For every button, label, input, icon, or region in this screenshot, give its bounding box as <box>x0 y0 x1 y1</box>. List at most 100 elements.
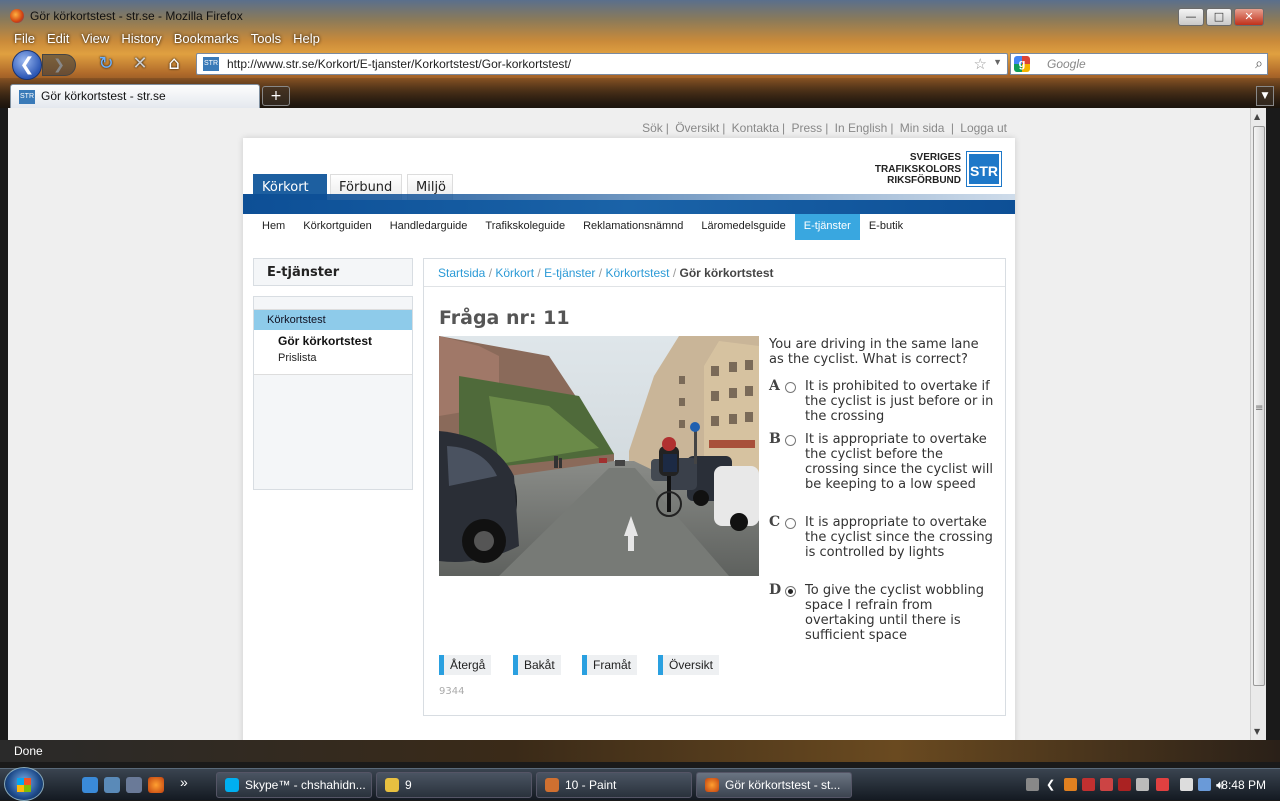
menu-history[interactable]: History <box>115 30 167 50</box>
safely-remove-icon[interactable] <box>1180 778 1193 791</box>
task-label: 9 <box>405 778 412 792</box>
navigation-toolbar: ❮ ❯ ↻ ✕ ⌂ STR http://www.str.se/Korkort/… <box>8 50 1272 80</box>
status-bar: Done <box>0 740 1280 762</box>
url-text[interactable]: http://www.str.se/Korkort/E-tjanster/Kor… <box>227 57 571 71</box>
toplink-in-english[interactable]: In English <box>835 121 888 135</box>
sidebar-menu: Körkortstest Gör körkortstest Prislista <box>254 309 412 375</box>
return-button[interactable]: Återgå <box>439 655 492 675</box>
tab-label: Gör körkortstest - str.se <box>41 89 166 103</box>
keyboard-icon[interactable] <box>1026 778 1039 791</box>
sidebar-item-prislista[interactable]: Prislista <box>278 352 317 364</box>
task-firefox[interactable]: Gör körkortstest - st... <box>696 772 852 798</box>
tab-active[interactable]: STR Gör körkortstest - str.se <box>10 84 260 108</box>
window-title: Gör körkortstest - str.se - Mozilla Fire… <box>30 9 243 23</box>
subnav-trafikskoleguide[interactable]: Trafikskoleguide <box>476 214 574 240</box>
tray-app-icon[interactable] <box>1100 778 1113 791</box>
url-dropdown-icon[interactable]: ▼ <box>993 57 1002 67</box>
breadcrumb-startsida[interactable]: Startsida <box>438 266 485 280</box>
breadcrumb-korkortstest[interactable]: Körkortstest <box>605 266 669 280</box>
new-tab-button[interactable]: + <box>262 86 290 106</box>
switch-windows-icon[interactable] <box>126 777 142 793</box>
start-button[interactable] <box>4 767 44 801</box>
reload-icon[interactable]: ↻ <box>94 53 118 75</box>
toplink-kontakta[interactable]: Kontakta <box>732 121 779 135</box>
radio-c[interactable] <box>785 518 796 529</box>
breadcrumb-korkort[interactable]: Körkort <box>495 266 534 280</box>
toplink-sok[interactable]: Sök <box>642 121 663 135</box>
system-tray: ❮ 🔊︎ 8:48 PM <box>1020 769 1280 801</box>
tray-app-icon[interactable] <box>1156 778 1169 791</box>
vertical-scrollbar[interactable]: ▲ ▼ <box>1250 108 1266 740</box>
firefox-icon <box>10 9 24 23</box>
subnav-handledarguide[interactable]: Handledarguide <box>381 214 477 240</box>
toplink-press[interactable]: Press <box>792 121 823 135</box>
site-identity-icon[interactable]: STR <box>203 57 219 71</box>
radio-d[interactable] <box>785 586 796 597</box>
menu-view[interactable]: View <box>75 30 115 50</box>
menu-bookmarks[interactable]: Bookmarks <box>168 30 245 50</box>
forward-button[interactable]: ❯ <box>42 54 76 76</box>
scroll-down-icon[interactable]: ▼ <box>1254 727 1260 736</box>
ie-icon[interactable] <box>82 777 98 793</box>
quicklaunch-more-icon[interactable]: » <box>180 774 188 790</box>
next-button[interactable]: Framåt <box>582 655 638 675</box>
title-bar: Gör körkortstest - str.se - Mozilla Fire… <box>0 0 1280 30</box>
toplink-oversikt[interactable]: Översikt <box>675 121 719 135</box>
breadcrumb-e-tjanster[interactable]: E-tjänster <box>544 266 595 280</box>
option-text: It is appropriate to overtake the cyclis… <box>805 515 993 560</box>
search-placeholder[interactable]: Google <box>1047 57 1086 71</box>
subnav-laromedelsguide[interactable]: Läromedelsguide <box>692 214 794 240</box>
toplink-logga-ut[interactable]: Logga ut <box>960 121 1007 135</box>
overview-button[interactable]: Översikt <box>658 655 720 675</box>
search-icon[interactable]: ⌕ <box>1255 55 1263 72</box>
logo-line: SVERIGES <box>909 152 961 163</box>
task-skype[interactable]: Skype™ - chshahidn... <box>216 772 372 798</box>
bookmark-star-icon[interactable]: ☆ <box>974 55 987 73</box>
menu-bar: File Edit View History Bookmarks Tools H… <box>8 30 326 50</box>
radio-a[interactable] <box>785 382 796 393</box>
scrollbar-thumb[interactable] <box>1253 126 1265 686</box>
clock[interactable]: 8:48 PM <box>1221 778 1266 792</box>
subnav-reklamationsnamnd[interactable]: Reklamationsnämnd <box>574 214 692 240</box>
option-letter: A <box>769 378 780 394</box>
tray-app-icon[interactable] <box>1136 778 1149 791</box>
back-button[interactable]: ❮ <box>12 50 42 80</box>
sidebar-item-korkortstest[interactable]: Körkortstest <box>254 310 412 330</box>
firefox-window: Gör körkortstest - str.se - Mozilla Fire… <box>0 0 1280 768</box>
subnav-e-butik[interactable]: E-butik <box>860 214 912 240</box>
menu-file[interactable]: File <box>8 30 41 50</box>
address-bar[interactable]: STR http://www.str.se/Korkort/E-tjanster… <box>196 53 1008 75</box>
maximize-button[interactable]: □ <box>1206 8 1232 26</box>
antivirus-icon[interactable] <box>1082 778 1095 791</box>
toplink-min-sida[interactable]: Min sida <box>900 121 945 135</box>
menu-help[interactable]: Help <box>287 30 326 50</box>
page-viewport: Sök | Översikt | Kontakta | Press | In Engli… <box>8 108 1250 740</box>
show-desktop-icon[interactable] <box>104 777 120 793</box>
sidebar-item-gor-korkortstest[interactable]: Gör körkortstest <box>278 334 372 348</box>
network-icon[interactable] <box>1198 778 1211 791</box>
taskbar: » Skype™ - chshahidn... 9 10 - Paint Gör… <box>0 767 1280 801</box>
task-label: Skype™ - chshahidn... <box>245 778 366 792</box>
task-folder[interactable]: 9 <box>376 772 532 798</box>
stop-icon[interactable]: ✕ <box>128 53 152 75</box>
radio-b[interactable] <box>785 435 796 446</box>
previous-button[interactable]: Bakåt <box>513 655 561 675</box>
menu-tools[interactable]: Tools <box>245 30 287 50</box>
home-icon[interactable]: ⌂ <box>162 53 186 75</box>
scroll-up-icon[interactable]: ▲ <box>1254 112 1260 121</box>
task-paint[interactable]: 10 - Paint <box>536 772 692 798</box>
tab-list-button[interactable]: ▼ <box>1256 86 1274 106</box>
tray-expand-icon[interactable]: ❮ <box>1046 778 1059 791</box>
tray-app-icon[interactable] <box>1118 778 1131 791</box>
close-button[interactable]: ✕ <box>1234 8 1264 26</box>
tray-app-icon[interactable] <box>1064 778 1077 791</box>
subnav-e-tjanster[interactable]: E-tjänster <box>794 214 860 240</box>
menu-edit[interactable]: Edit <box>41 30 75 50</box>
question-title: Fråga nr: 11 <box>439 307 570 329</box>
google-icon[interactable]: g <box>1014 56 1030 72</box>
minimize-button[interactable]: — <box>1178 8 1204 26</box>
firefox-quicklaunch-icon[interactable] <box>148 777 164 793</box>
subnav-hem[interactable]: Hem <box>253 214 294 240</box>
subnav-korkortguiden[interactable]: Körkortguiden <box>294 214 381 240</box>
search-bar[interactable]: g Google ⌕ <box>1010 53 1268 75</box>
